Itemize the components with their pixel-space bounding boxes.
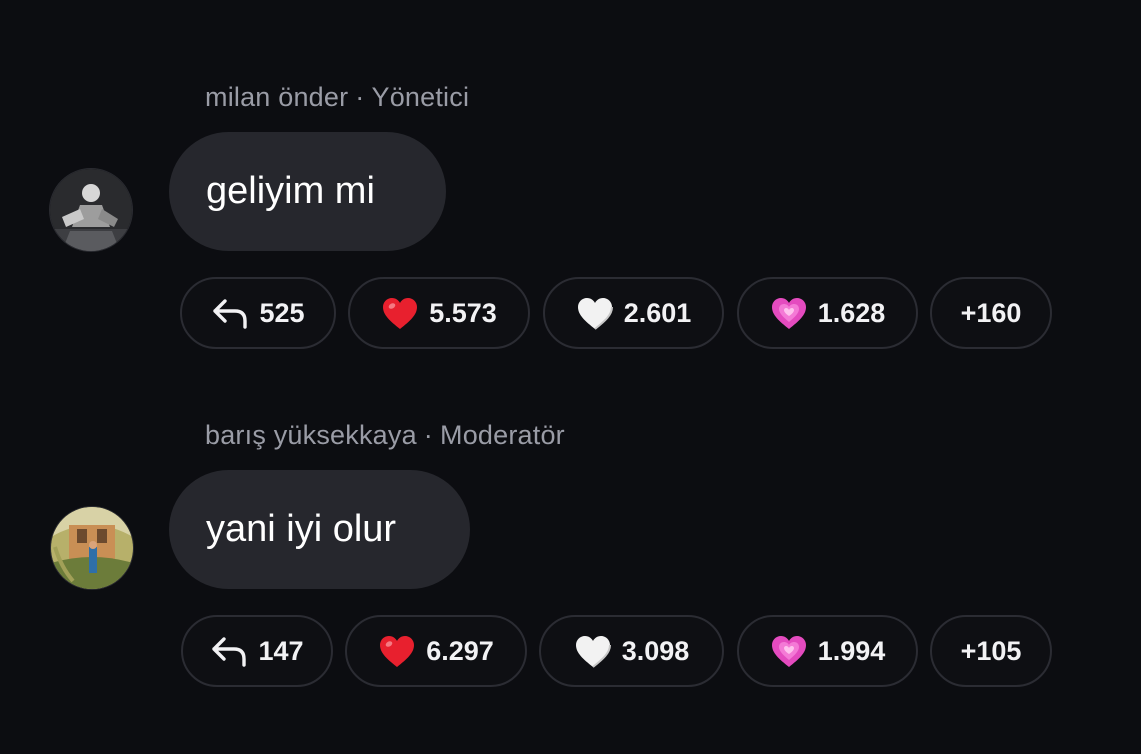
avatar[interactable]	[49, 168, 133, 252]
reply-arrow-icon	[210, 634, 248, 668]
message-bubble[interactable]: yani iyi olur	[169, 470, 470, 589]
more-reactions-count: +160	[960, 297, 1022, 328]
red-heart-reaction[interactable]: 6.297	[345, 615, 527, 687]
red-heart-icon	[381, 296, 419, 330]
sparkling-heart-icon	[770, 634, 808, 668]
message-meta: milan önder · Yönetici	[205, 82, 469, 113]
red-heart-icon	[378, 634, 416, 668]
reply-button[interactable]: 525	[180, 277, 336, 349]
reply-arrow-icon	[211, 296, 249, 330]
author-role: Yönetici	[371, 82, 470, 112]
red-heart-reaction[interactable]: 5.573	[348, 277, 530, 349]
sparkling-heart-icon	[770, 296, 808, 330]
more-reactions-count: +105	[960, 635, 1022, 666]
pink-heart-count: 1.628	[817, 297, 886, 328]
avatar-photo	[51, 507, 133, 589]
more-reactions-button[interactable]: +105	[930, 615, 1052, 687]
white-heart-reaction[interactable]: 3.098	[539, 615, 724, 687]
pink-heart-count: 1.994	[817, 635, 886, 666]
chat-thread: milan önder · Yönetici geliyim mi 525 5.…	[0, 0, 1141, 754]
pink-heart-reaction[interactable]: 1.994	[737, 615, 918, 687]
reply-count: 525	[259, 297, 305, 328]
red-heart-count: 5.573	[429, 297, 497, 328]
meta-separator: ·	[423, 420, 433, 450]
author-role: Moderatör	[440, 420, 565, 450]
white-heart-icon	[574, 634, 612, 668]
meta-separator: ·	[355, 82, 365, 112]
red-heart-count: 6.297	[426, 635, 494, 666]
author-name[interactable]: barış yüksekkaya	[205, 420, 417, 450]
message-meta: barış yüksekkaya · Moderatör	[205, 420, 565, 451]
message-bubble[interactable]: geliyim mi	[169, 132, 446, 251]
author-name[interactable]: milan önder	[205, 82, 348, 112]
white-heart-count: 3.098	[621, 635, 690, 666]
reply-count: 147	[258, 635, 304, 666]
pink-heart-reaction[interactable]: 1.628	[737, 277, 918, 349]
avatar[interactable]	[50, 506, 134, 590]
reply-button[interactable]: 147	[181, 615, 333, 687]
avatar-photo	[50, 169, 132, 251]
white-heart-icon	[576, 296, 614, 330]
white-heart-reaction[interactable]: 2.601	[543, 277, 724, 349]
more-reactions-button[interactable]: +160	[930, 277, 1052, 349]
white-heart-count: 2.601	[623, 297, 692, 328]
